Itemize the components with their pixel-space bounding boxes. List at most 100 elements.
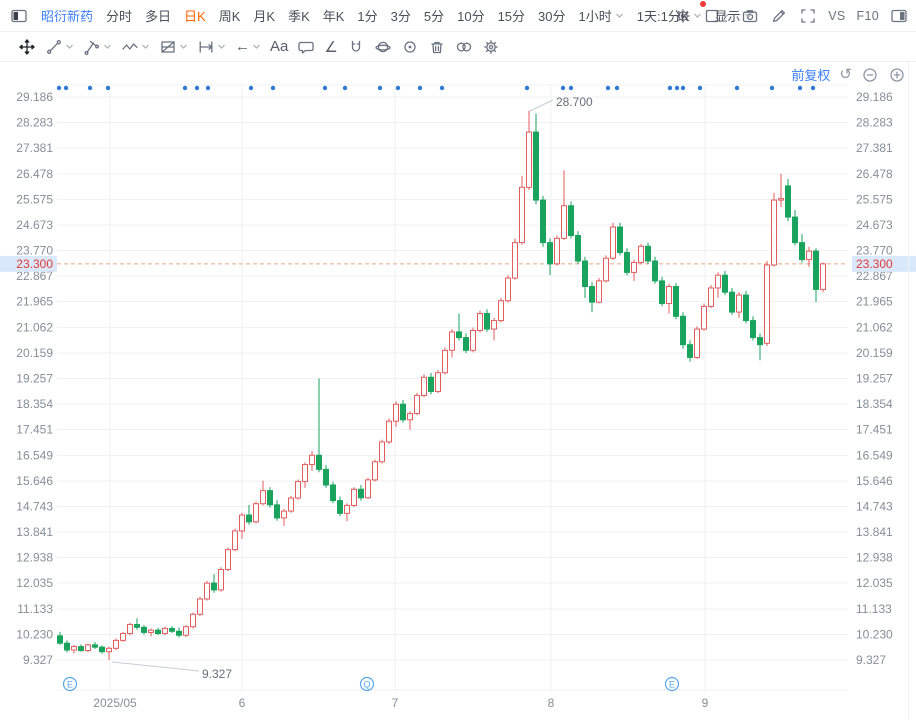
event-dot[interactable]: [675, 86, 679, 90]
candle-body[interactable]: [457, 332, 462, 338]
candle-body[interactable]: [632, 262, 637, 272]
candle-body[interactable]: [674, 287, 679, 317]
candle-body[interactable]: [303, 465, 308, 482]
candle-body[interactable]: [513, 243, 518, 278]
candle-body[interactable]: [583, 261, 588, 287]
candle-body[interactable]: [730, 292, 735, 312]
candle-body[interactable]: [408, 414, 413, 420]
event-dot[interactable]: [798, 86, 802, 90]
candle-body[interactable]: [415, 395, 420, 413]
event-dot[interactable]: [106, 86, 110, 90]
angle-tool[interactable]: ∠: [324, 38, 337, 56]
candle-body[interactable]: [233, 531, 238, 550]
period-10min[interactable]: 10分: [457, 6, 484, 25]
candle-body[interactable]: [429, 377, 434, 391]
event-dot[interactable]: [698, 86, 702, 90]
candle-body[interactable]: [688, 345, 693, 358]
event-dot[interactable]: [206, 86, 210, 90]
candle-body[interactable]: [737, 295, 742, 312]
candle-body[interactable]: [660, 281, 665, 304]
event-dot[interactable]: [396, 86, 400, 90]
event-dot[interactable]: [561, 86, 565, 90]
delete-tool[interactable]: [428, 38, 446, 56]
candle-body[interactable]: [590, 287, 595, 303]
candle-body[interactable]: [121, 634, 126, 641]
candle-body[interactable]: [184, 627, 189, 636]
candle-body[interactable]: [198, 599, 203, 614]
target-tool[interactable]: [401, 38, 419, 56]
candle-body[interactable]: [191, 614, 196, 626]
event-dot[interactable]: [378, 86, 382, 90]
period-15min[interactable]: 15分: [498, 6, 525, 25]
zoom-in-icon[interactable]: [888, 66, 906, 84]
chart-region[interactable]: 29.18629.18628.28328.28327.38127.38126.4…: [0, 62, 916, 720]
candle-body[interactable]: [142, 627, 147, 632]
candle-body[interactable]: [282, 511, 287, 518]
candle-body[interactable]: [709, 288, 714, 306]
candle-body[interactable]: [471, 330, 476, 350]
candle-body[interactable]: [506, 278, 511, 301]
tool-settings-icon[interactable]: [482, 38, 500, 56]
event-dot[interactable]: [525, 86, 529, 90]
period-year-k[interactable]: 年K: [323, 6, 345, 25]
period-quarter-k[interactable]: 季K: [288, 6, 310, 25]
candle-body[interactable]: [394, 404, 399, 421]
candle-body[interactable]: [541, 200, 546, 243]
candle-body[interactable]: [254, 504, 259, 522]
candle-body[interactable]: [821, 264, 826, 290]
link-tool[interactable]: [455, 38, 473, 56]
candle-body[interactable]: [681, 316, 686, 344]
period-30min[interactable]: 30分: [538, 6, 565, 25]
candle-body[interactable]: [331, 485, 336, 501]
candle-body[interactable]: [247, 515, 252, 522]
fullscreen-icon[interactable]: [799, 7, 817, 25]
event-dot[interactable]: [249, 86, 253, 90]
right-panel-icon[interactable]: [890, 7, 908, 25]
candle-body[interactable]: [744, 295, 749, 321]
period-1min[interactable]: 1分: [357, 6, 377, 25]
candle-body[interactable]: [667, 287, 672, 304]
candle-body[interactable]: [373, 462, 378, 480]
event-dot[interactable]: [183, 86, 187, 90]
candle-body[interactable]: [779, 199, 784, 200]
event-dot[interactable]: [57, 86, 61, 90]
candle-body[interactable]: [464, 338, 469, 351]
event-dot[interactable]: [64, 86, 68, 90]
left-panel-icon[interactable]: [10, 7, 28, 25]
candle-body[interactable]: [359, 489, 364, 498]
candle-body[interactable]: [751, 321, 756, 338]
magnet-tool[interactable]: [347, 38, 365, 56]
period-fenshi[interactable]: 分时: [106, 6, 132, 25]
candle-body[interactable]: [100, 647, 105, 652]
candle-body[interactable]: [772, 200, 777, 265]
display-menu[interactable]: 显示: [715, 6, 753, 25]
event-dot[interactable]: [440, 86, 444, 90]
candle-body[interactable]: [597, 281, 602, 302]
candle-body[interactable]: [478, 313, 483, 330]
text-tool[interactable]: Aa: [270, 38, 288, 55]
candle-body[interactable]: [240, 515, 245, 531]
candle-body[interactable]: [499, 301, 504, 321]
candle-body[interactable]: [555, 238, 560, 264]
candle-body[interactable]: [520, 187, 525, 242]
period-month-k[interactable]: 月K: [253, 6, 275, 25]
pattern-tool[interactable]: [159, 38, 188, 56]
candle-body[interactable]: [807, 251, 812, 260]
candle-body[interactable]: [163, 628, 168, 633]
measure-tool[interactable]: [197, 38, 226, 56]
f10-info-button[interactable]: F10: [857, 9, 879, 23]
candle-body[interactable]: [149, 630, 154, 632]
symbol-name[interactable]: 昭衍新药: [41, 6, 93, 25]
candle-body[interactable]: [485, 313, 490, 329]
candle-body[interactable]: [702, 306, 707, 329]
event-dot[interactable]: [271, 86, 275, 90]
event-dot[interactable]: [668, 86, 672, 90]
candle-body[interactable]: [296, 482, 301, 498]
candle-body[interactable]: [65, 643, 70, 650]
candle-body[interactable]: [79, 647, 84, 651]
period-1day-1mink[interactable]: 1天:1分K: [637, 6, 702, 25]
candle-body[interactable]: [86, 645, 91, 651]
zoom-out-icon[interactable]: [861, 66, 879, 84]
candle-body[interactable]: [716, 275, 721, 288]
candle-body[interactable]: [576, 236, 581, 262]
